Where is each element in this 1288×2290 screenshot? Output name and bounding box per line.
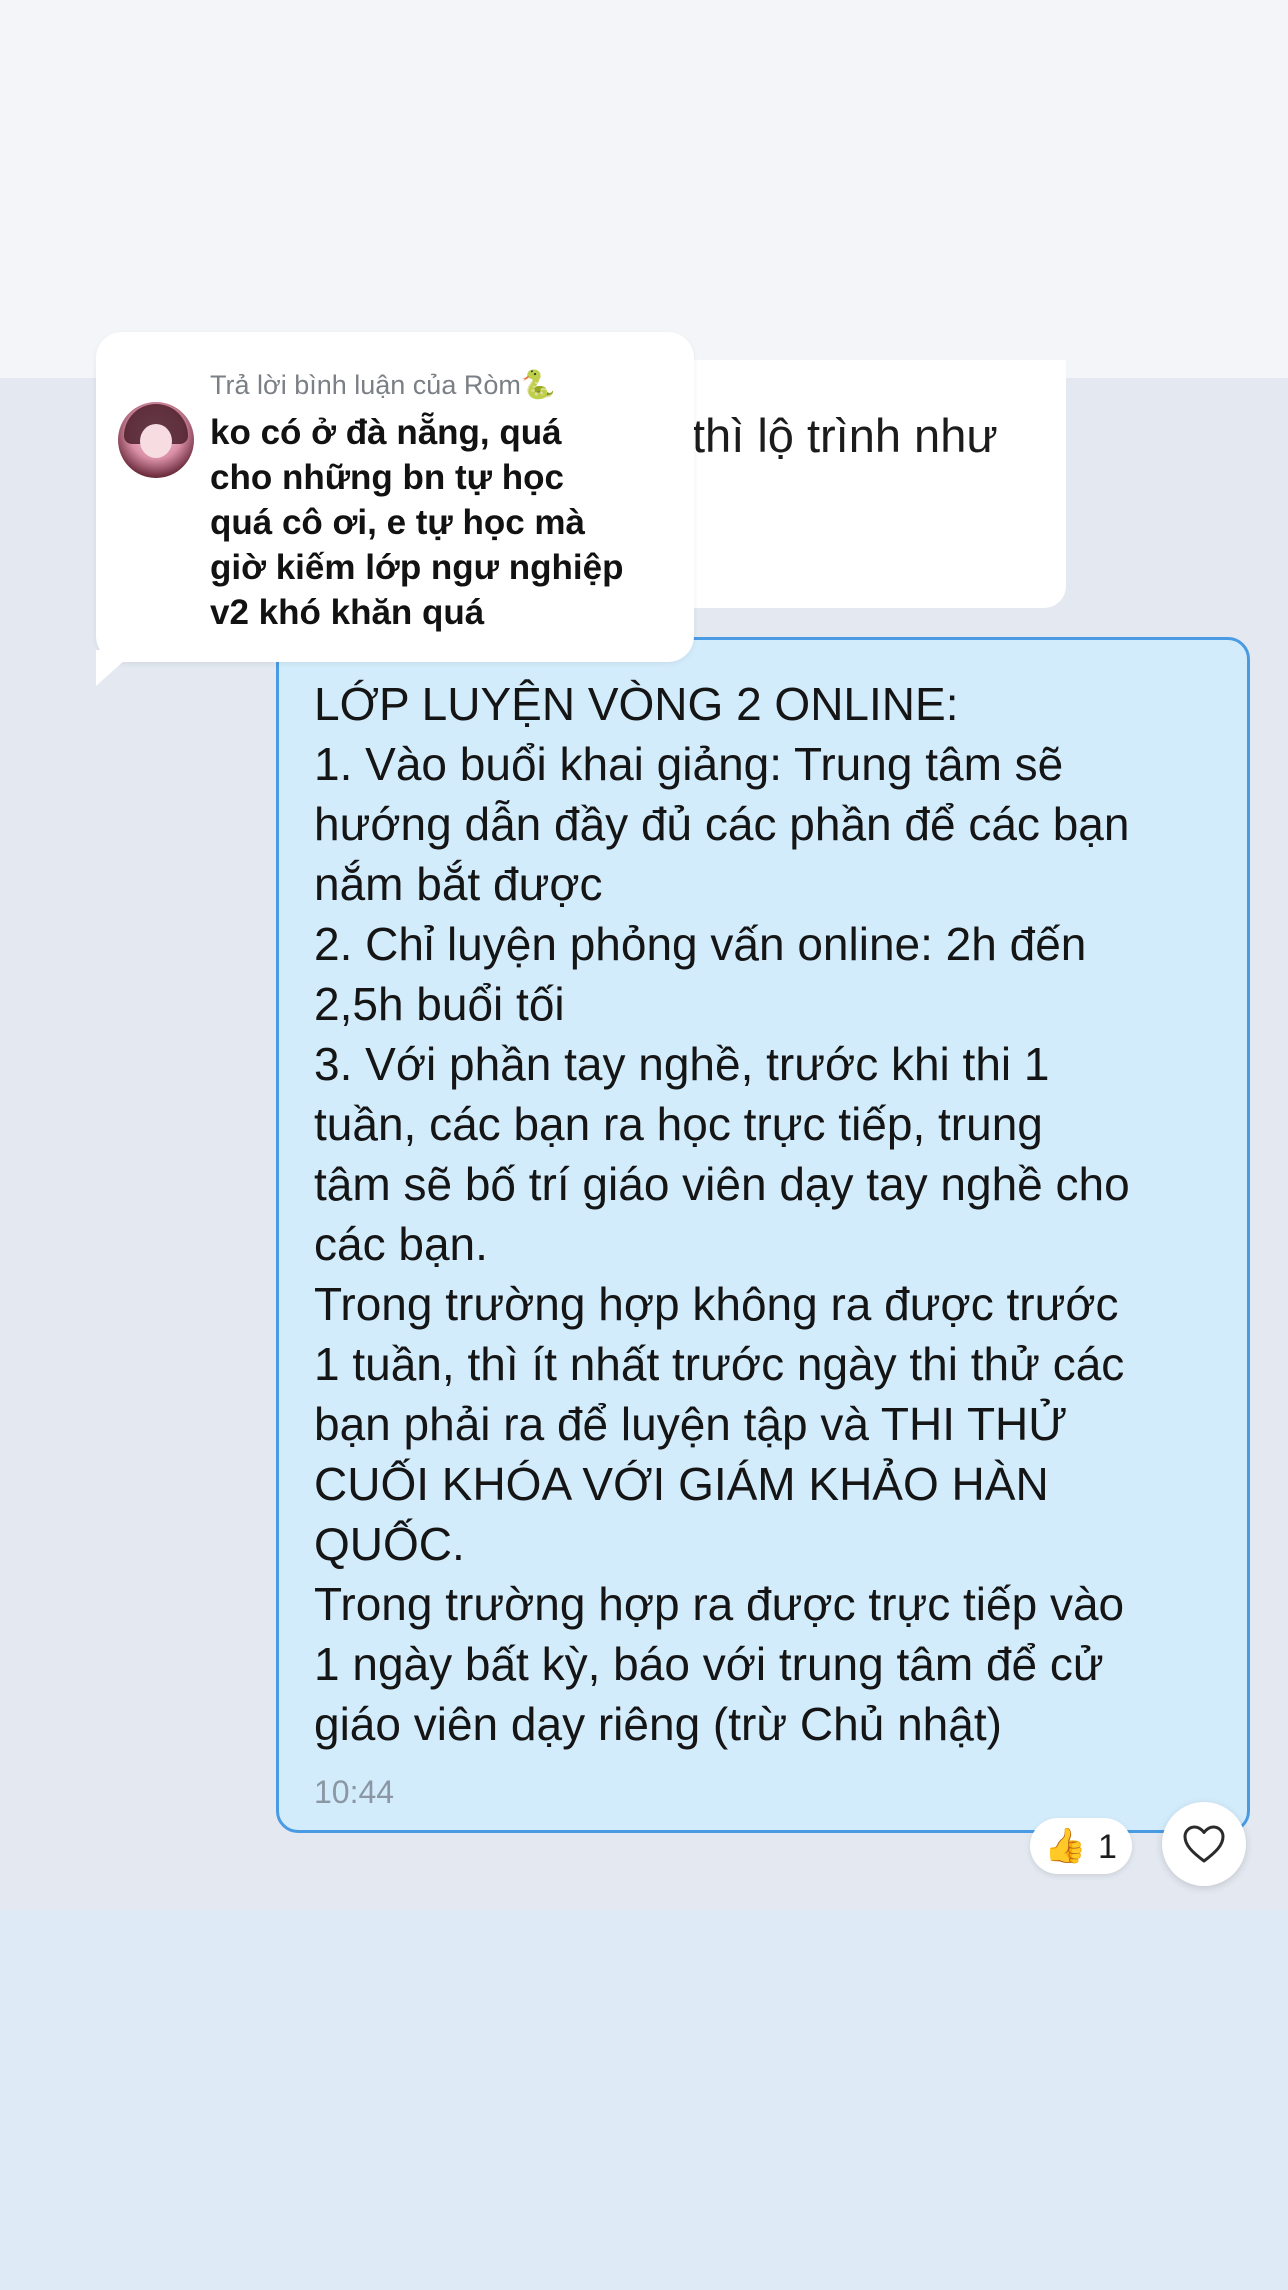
previous-message-text: thì lộ trình như <box>692 409 998 462</box>
avatar-face <box>140 424 172 458</box>
message-bubble[interactable]: LỚP LUYỆN VÒNG 2 ONLINE: 1. Vào buổi kha… <box>276 637 1250 1833</box>
reply-label-text: Trả lời bình luận của Ròm <box>210 370 521 400</box>
reply-comment-text: ko có ở đà nẵng, quá cho những bn tự học… <box>210 413 624 632</box>
heart-icon <box>1183 1825 1225 1863</box>
reply-preview-tail <box>96 650 136 686</box>
message-text: LỚP LUYỆN VÒNG 2 ONLINE: 1. Vào buổi kha… <box>314 678 1130 1750</box>
snake-emoji-icon: 🐍 <box>520 369 556 400</box>
reaction-pill[interactable]: 👍 1 <box>1030 1818 1132 1874</box>
user-avatar[interactable] <box>118 402 194 478</box>
reaction-count: 1 <box>1098 1828 1117 1866</box>
top-background <box>0 0 1288 378</box>
bottom-background <box>0 1910 1288 2290</box>
reply-label: Trả lời bình luận của Ròm🐍 <box>210 368 556 401</box>
like-button[interactable] <box>1162 1802 1246 1886</box>
message-timestamp: 10:44 <box>314 1774 395 1810</box>
thumbs-up-icon: 👍 <box>1044 1827 1087 1865</box>
